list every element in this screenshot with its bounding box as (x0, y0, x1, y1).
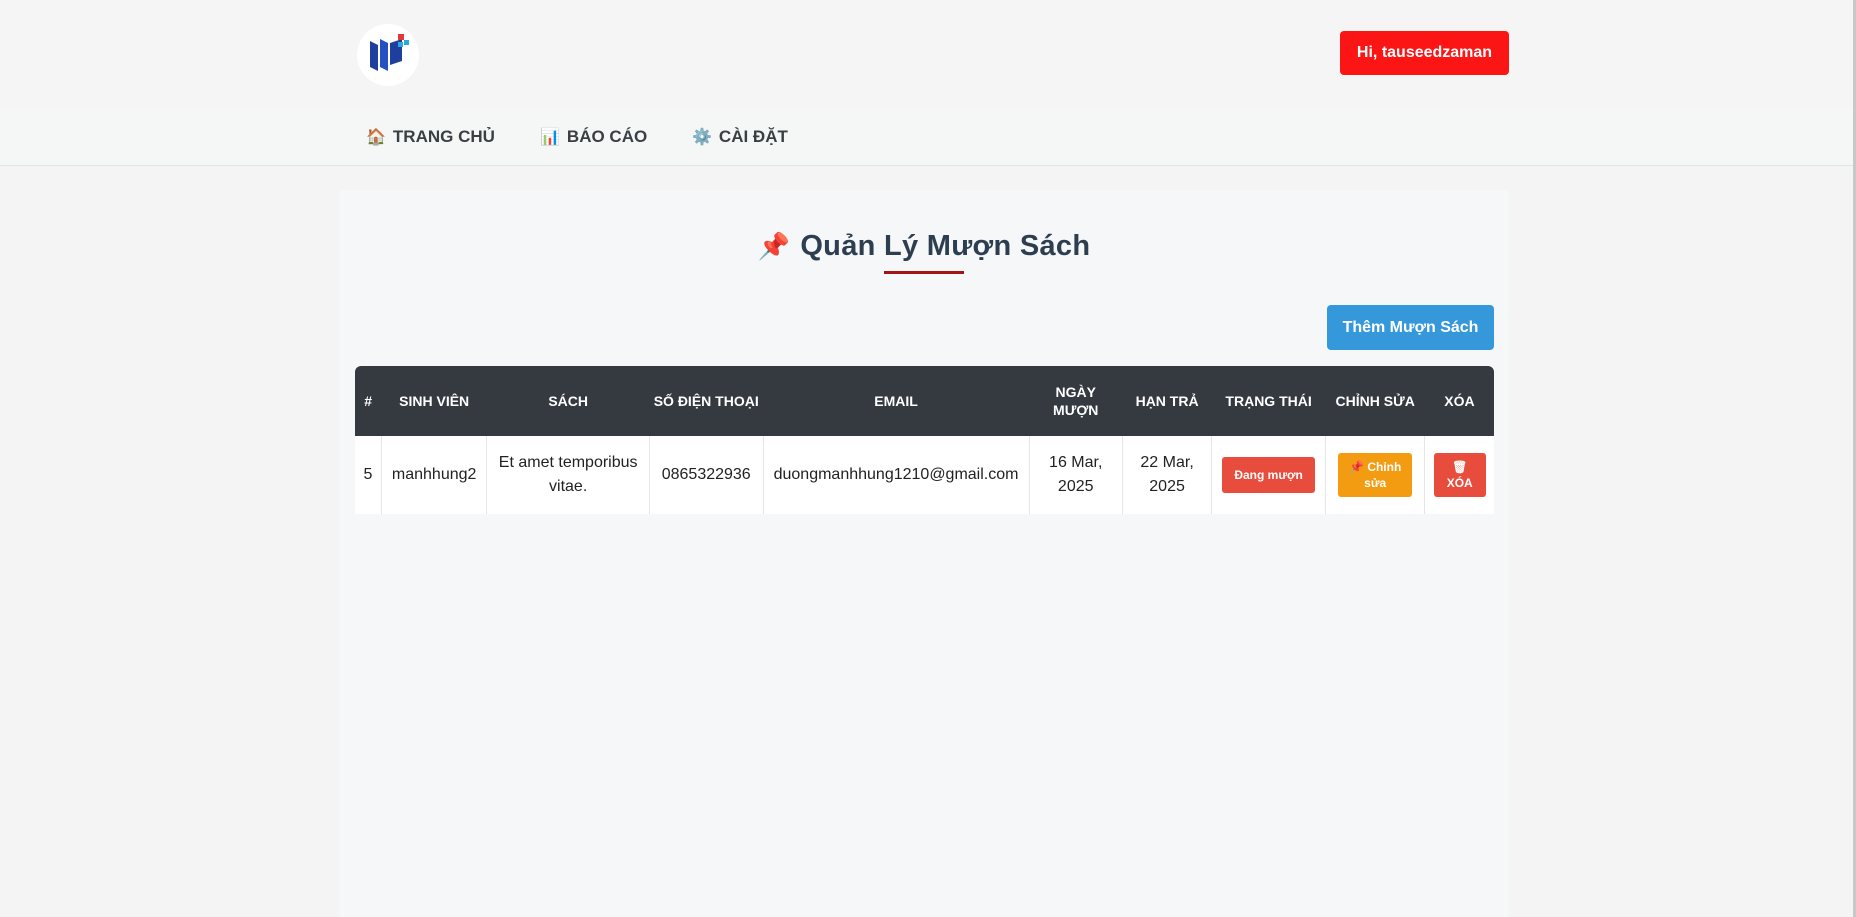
nav-home-label: TRANG CHỦ (392, 126, 495, 146)
col-email: EMAIL (763, 366, 1030, 436)
title-underline (884, 271, 964, 274)
cell-book: Et amet temporibus vitae. (486, 436, 650, 514)
col-status: TRẠNG THÁI (1211, 366, 1326, 436)
cell-borrow-date: 16 Mar, 2025 (1028, 436, 1123, 514)
main-nav: 🏠 TRANG CHỦ 📊 BÁO CÁO ⚙️ CÀI ĐẶT (0, 108, 1856, 166)
cell-delete: 🗑 XÓA (1424, 436, 1494, 514)
add-borrow-button[interactable]: Thêm Mượn Sách (1327, 305, 1494, 350)
logo[interactable] (338, 20, 438, 90)
home-icon: 🏠 (366, 128, 386, 146)
nav-item-home[interactable]: 🏠 TRANG CHỦ (366, 108, 495, 165)
delete-button-label: XÓA (1446, 476, 1473, 490)
col-due-date: HẠN TRẢ (1122, 366, 1212, 436)
cell-due-date: 22 Mar, 2025 (1121, 436, 1212, 514)
nav-item-settings[interactable]: ⚙️ CÀI ĐẶT (692, 108, 788, 165)
page-title: 📌 Quản Lý Mượn Sách (339, 230, 1509, 263)
borrow-table: # SINH VIÊN SÁCH SỐ ĐIỆN THOẠI EMAIL NGÀ… (355, 366, 1494, 514)
pushpin-icon: 📌 (1349, 460, 1368, 474)
header: Hi, tauseedzaman (0, 0, 1856, 108)
cell-status: Đang mượn (1211, 436, 1326, 514)
col-book: SÁCH (486, 366, 650, 436)
nav-report-label: BÁO CÁO (566, 126, 648, 146)
col-edit: CHỈNH SỬA (1325, 366, 1425, 436)
gear-icon: ⚙️ (692, 128, 712, 146)
col-id: # (355, 366, 382, 436)
col-phone: SỐ ĐIỆN THOẠI (649, 366, 764, 436)
nav-settings-label: CÀI ĐẶT (718, 126, 788, 146)
page-title-text: Quản Lý Mượn Sách (800, 230, 1091, 262)
bar-chart-icon: 📊 (540, 128, 560, 146)
nav-item-report[interactable]: 📊 BÁO CÁO (540, 108, 647, 165)
cell-student: manhhung2 (380, 436, 487, 514)
main-panel: 📌 Quản Lý Mượn Sách Thêm Mượn Sách # SINH… (339, 190, 1509, 917)
status-badge: Đang mượn (1222, 457, 1315, 493)
user-menu-button[interactable]: Hi, tauseedzaman (1340, 31, 1509, 75)
col-borrow-date: NGÀY MƯỢN (1029, 366, 1123, 436)
cell-email: duongmanhhung1210@gmail.com (762, 436, 1030, 514)
col-delete: XÓA (1424, 366, 1494, 436)
edit-button[interactable]: 📌 Chỉnh sửa (1338, 453, 1413, 497)
table-header-row: # SINH VIÊN SÁCH SỐ ĐIỆN THOẠI EMAIL NGÀ… (355, 366, 1494, 436)
delete-button[interactable]: 🗑 XÓA (1433, 453, 1486, 497)
table-row: 5 manhhung2 Et amet temporibus vitae. 08… (355, 436, 1494, 514)
trash-icon: 🗑 (1452, 460, 1468, 474)
cell-edit: 📌 Chỉnh sửa (1324, 436, 1425, 514)
cell-id: 5 (363, 466, 373, 483)
cell-phone: 0865322936 (648, 436, 764, 514)
logo-icon (357, 24, 419, 86)
col-student: SINH VIÊN (381, 366, 487, 436)
pushpin-icon: 📌 (757, 231, 791, 261)
edit-button-label: Chỉnh sửa (1364, 460, 1402, 490)
